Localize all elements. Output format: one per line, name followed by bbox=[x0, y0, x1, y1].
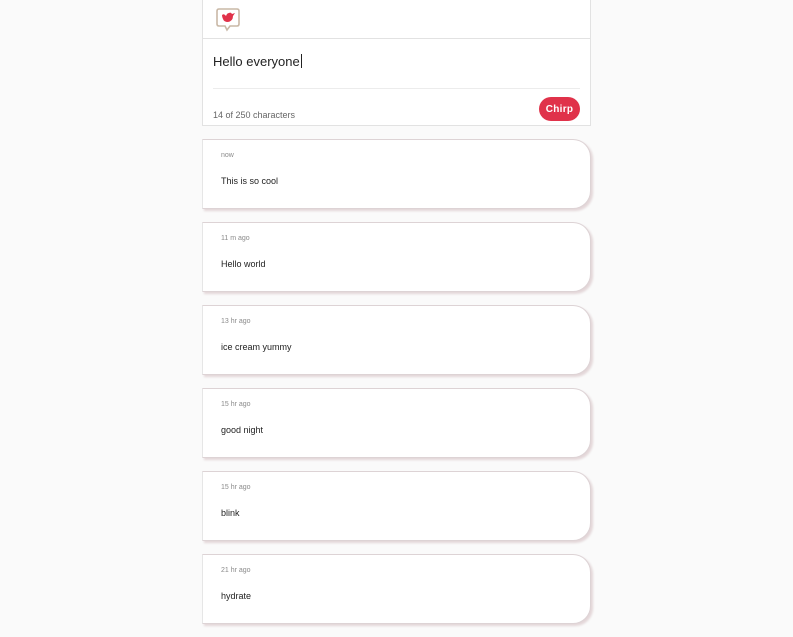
chirp-input-value: Hello everyone bbox=[213, 54, 300, 69]
post-card[interactable]: 13 hr ago ice cream yummy bbox=[202, 305, 591, 375]
text-caret bbox=[300, 54, 302, 68]
post-timestamp: now bbox=[221, 152, 234, 159]
post-card[interactable]: now This is so cool bbox=[202, 139, 591, 209]
post-card[interactable]: 11 m ago Hello world bbox=[202, 222, 591, 292]
post-text: good night bbox=[221, 425, 264, 435]
post-text: This is so cool bbox=[221, 176, 279, 186]
post-card[interactable]: 21 hr ago hydrate bbox=[202, 554, 591, 624]
chirp-composer: Hello everyone 14 of 250 characters Chir… bbox=[202, 0, 591, 126]
composer-header bbox=[203, 0, 590, 39]
post-text: Hello world bbox=[221, 259, 266, 269]
character-counter: 14 of 250 characters bbox=[213, 110, 296, 120]
chirp-input[interactable]: Hello everyone bbox=[213, 54, 579, 69]
composer-divider bbox=[213, 88, 580, 89]
post-timestamp: 13 hr ago bbox=[221, 318, 251, 325]
post-card[interactable]: 15 hr ago good night bbox=[202, 388, 591, 458]
main-column: Hello everyone 14 of 250 characters Chir… bbox=[202, 0, 591, 624]
post-text: blink bbox=[221, 508, 240, 518]
chirp-feed: now This is so cool 11 m ago Hello world… bbox=[202, 139, 591, 637]
bird-speech-bubble-icon[interactable] bbox=[215, 6, 241, 32]
post-timestamp: 15 hr ago bbox=[221, 484, 251, 491]
post-card[interactable]: 15 hr ago blink bbox=[202, 471, 591, 541]
post-timestamp: 21 hr ago bbox=[221, 567, 251, 574]
post-text: ice cream yummy bbox=[221, 342, 292, 352]
post-timestamp: 11 m ago bbox=[221, 235, 250, 242]
post-timestamp: 15 hr ago bbox=[221, 401, 251, 408]
chirp-button[interactable]: Chirp bbox=[539, 97, 580, 121]
post-text: hydrate bbox=[221, 591, 252, 601]
